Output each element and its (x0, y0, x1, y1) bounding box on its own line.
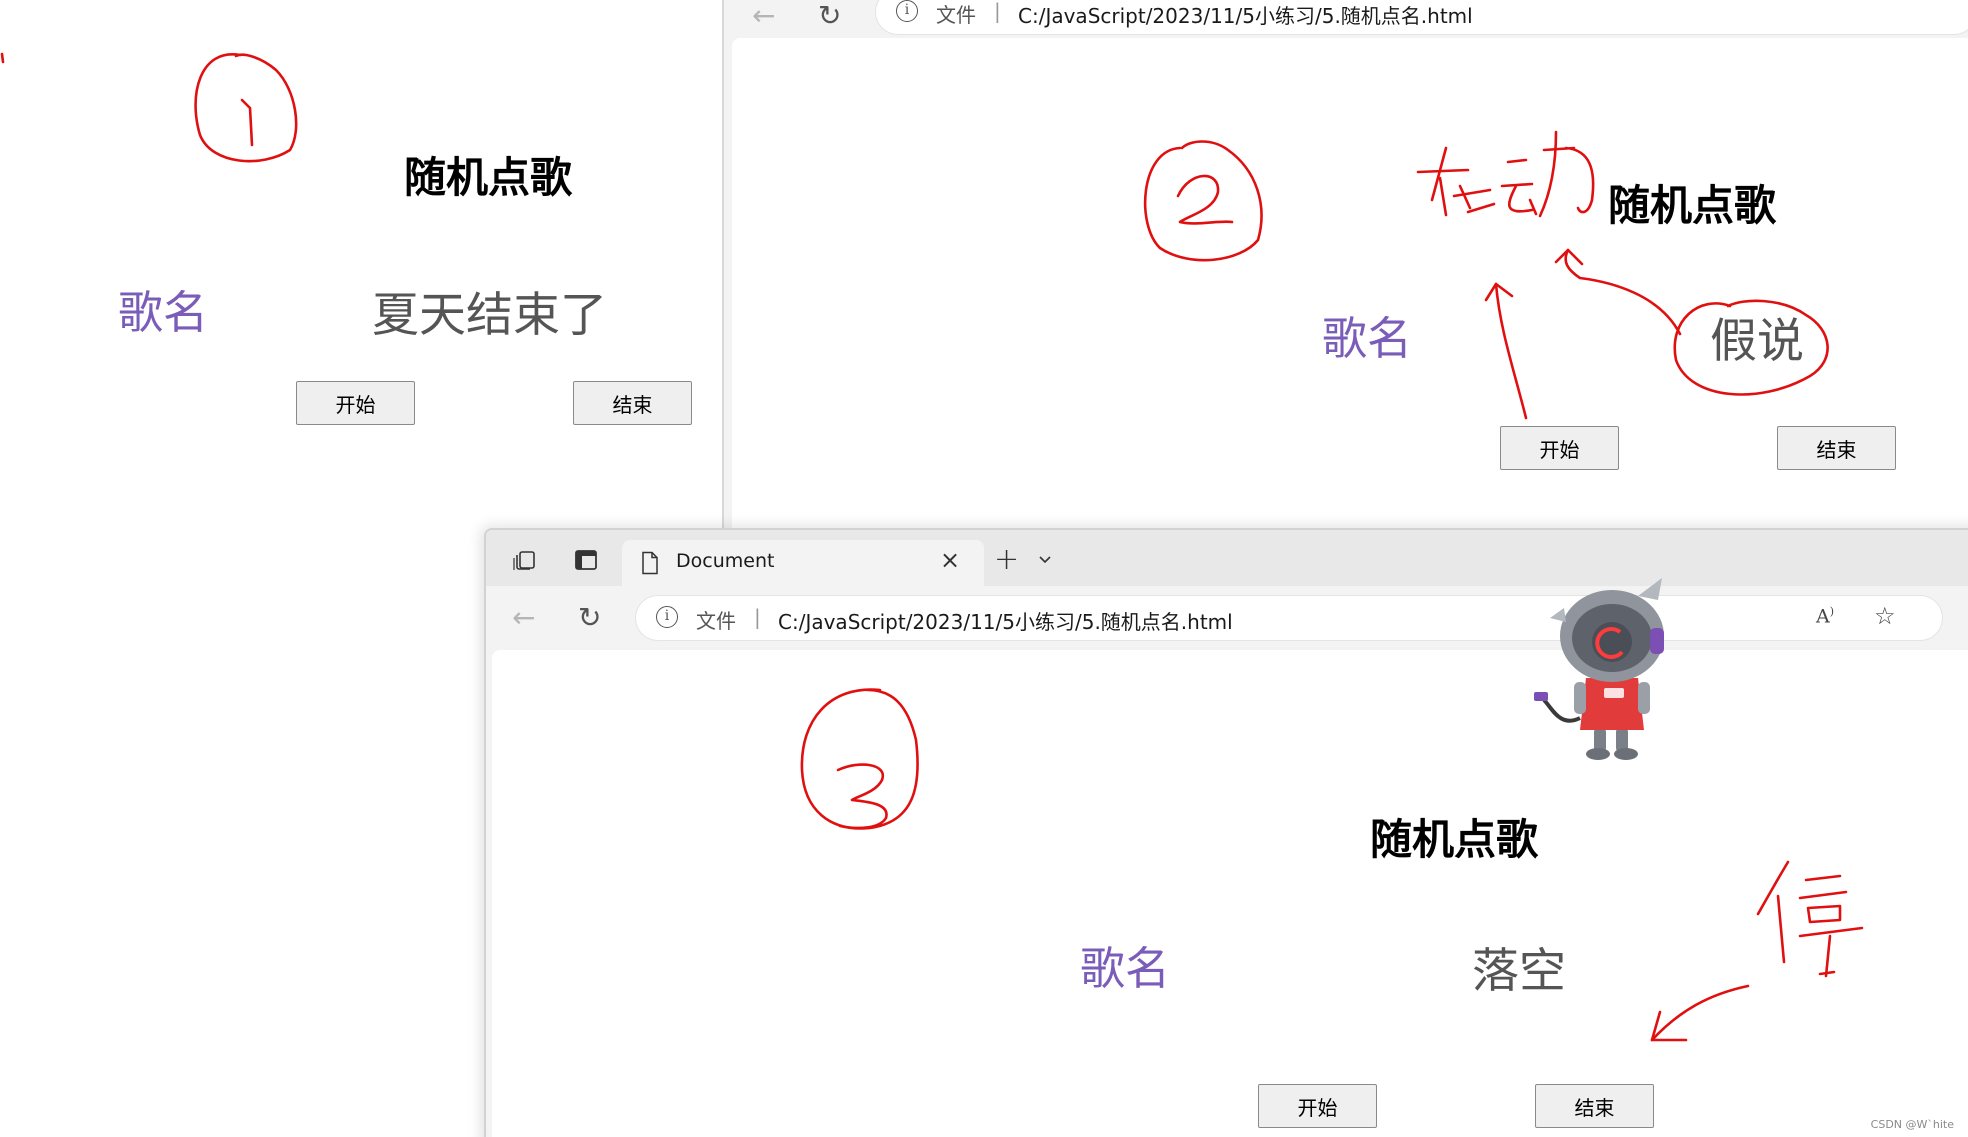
end-button[interactable]: 结束 (1535, 1084, 1654, 1128)
tab-title: Document (676, 550, 775, 572)
start-button[interactable]: 开始 (296, 381, 415, 425)
address-bar[interactable]: i 文件 | C:/JavaScript/2023/11/5小练习/5.随机点名… (876, 0, 1968, 34)
chevron-down-icon[interactable] (1038, 555, 1052, 565)
song-label: 歌名 (1322, 312, 1413, 365)
start-button[interactable]: 开始 (1258, 1084, 1377, 1128)
url-info-label: 文件 (936, 3, 976, 27)
page-title: 随机点歌 (1370, 815, 1539, 864)
mascot-robot-image (1534, 578, 1664, 760)
url-text[interactable]: C:/JavaScript/2023/11/5小练习/5.随机点名.html (778, 606, 1233, 635)
browser-window-3: Document × + ← ↻ i 文件 | C:/JavaScript/20… (484, 528, 1968, 1137)
page-viewport: 随机点歌 歌名 落空 开始 结束 (492, 650, 1968, 1137)
plus-icon[interactable]: + (994, 542, 1019, 577)
song-name: 夏天结束了 (372, 288, 607, 343)
star-icon[interactable]: ☆ (1874, 602, 1896, 630)
address-bar[interactable]: i 文件 | C:/JavaScript/2023/11/5小练习/5.随机点名… (636, 596, 1942, 640)
annotation-mark (0, 52, 5, 64)
end-button[interactable]: 结束 (1777, 426, 1896, 470)
annotation-digit-1 (240, 98, 254, 147)
tab-actions-icon[interactable] (574, 549, 598, 571)
tab-document[interactable]: Document × (622, 540, 984, 586)
song-name: 落空 (1472, 944, 1566, 999)
info-icon[interactable]: i (656, 606, 678, 628)
page-viewport: 随机点歌 歌名 假说 开始 结束 (732, 38, 1968, 540)
song-name: 假说 (1710, 314, 1804, 369)
url-separator: | (994, 0, 1001, 23)
page-title: 随机点歌 (1608, 181, 1777, 230)
browser-window-2: ← ↻ i 文件 | C:/JavaScript/2023/11/5小练习/5.… (722, 0, 1968, 540)
close-icon[interactable]: × (940, 546, 960, 574)
refresh-icon[interactable]: ↻ (578, 604, 601, 632)
url-separator: | (754, 605, 761, 629)
start-button[interactable]: 开始 (1500, 426, 1619, 470)
page-icon (642, 551, 658, 575)
watermark: CSDN @W`hite (1870, 1118, 1954, 1131)
arrow-left-icon[interactable]: ← (752, 2, 775, 30)
info-icon[interactable]: i (896, 0, 918, 22)
end-button[interactable]: 结束 (573, 381, 692, 425)
read-aloud-icon[interactable]: A) (1816, 605, 1834, 627)
collections-icon[interactable] (512, 548, 538, 572)
url-text[interactable]: C:/JavaScript/2023/11/5小练习/5.随机点名.html (1018, 0, 1473, 29)
url-info-label: 文件 (696, 609, 736, 633)
annotation-circle-1 (194, 53, 298, 163)
screenshot-collage: 随机点歌 歌名 夏天结束了 开始 结束 ← ↻ i 文件 | C:/JavaSc… (0, 0, 1968, 1137)
arrow-left-icon[interactable]: ← (512, 604, 535, 632)
song-label: 歌名 (1080, 942, 1171, 995)
tab-strip: Document × + (486, 530, 1968, 586)
refresh-icon[interactable]: ↻ (818, 2, 841, 30)
song-label: 歌名 (118, 286, 209, 339)
page-title: 随机点歌 (404, 153, 573, 202)
